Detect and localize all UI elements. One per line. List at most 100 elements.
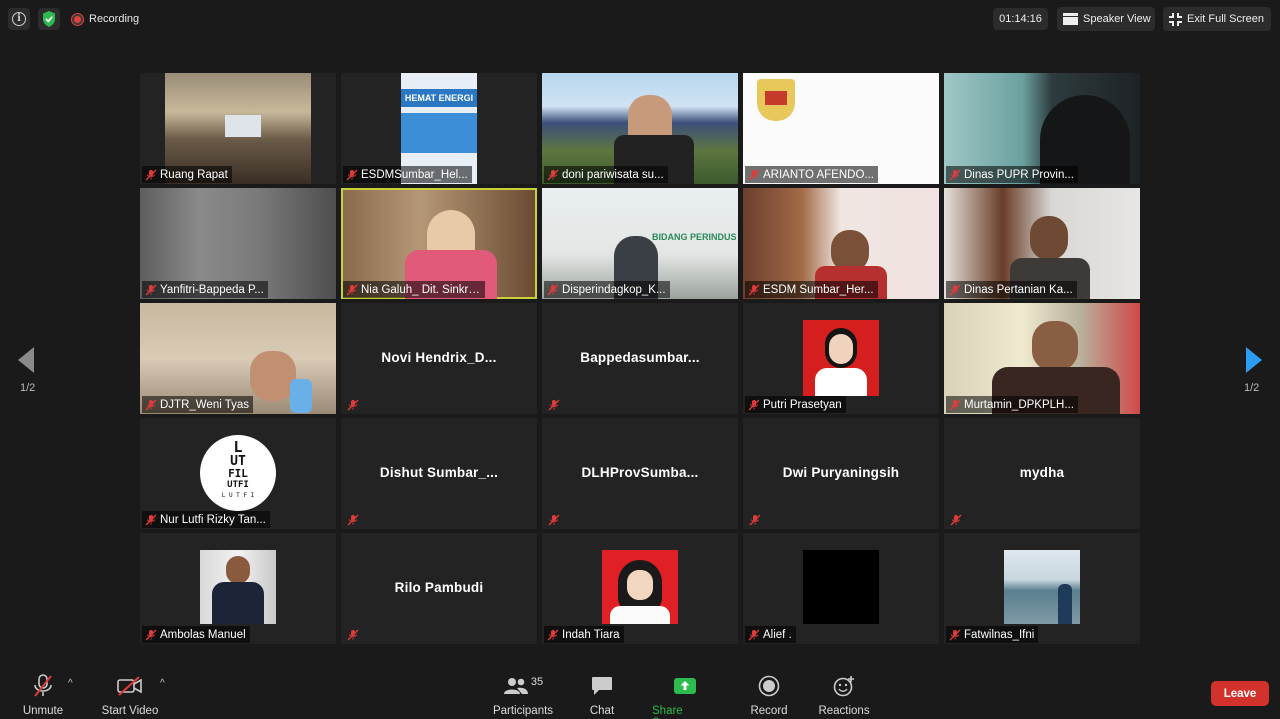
participant-tile-active-speaker[interactable]: Nia Galuh_ Dit. Sinkro... [341, 188, 537, 299]
participant-tile[interactable]: Dinas PUPR Provin... [944, 73, 1140, 184]
mic-muted-icon [949, 629, 961, 640]
mic-muted-icon [949, 169, 961, 180]
speaker-view-button[interactable]: Speaker View [1057, 7, 1155, 31]
page-indicator-left: 1/2 [20, 382, 36, 394]
participant-tile[interactable]: Fatwilnas_Ifni [944, 533, 1140, 644]
participant-tile[interactable]: Ambolas Manuel [140, 533, 336, 644]
participant-tile[interactable]: Novi Hendrix_D... [341, 303, 537, 414]
participant-tile[interactable]: Putri Prasetyan [743, 303, 939, 414]
profile-photo: L UT FIL UTFI L U T F I [200, 435, 276, 511]
slide-text: HEMAT ENERGI [401, 89, 477, 107]
profile-photo [803, 550, 879, 624]
participant-name-label: Dinas PUPR Provin... [946, 166, 1078, 183]
participant-name-label: Ambolas Manuel [142, 626, 250, 643]
start-video-button[interactable]: Start Video [101, 673, 159, 717]
background-text: BIDANG PERINDUS [652, 232, 737, 242]
participant-name-label: Murtamin_DPKPLH... [946, 396, 1078, 413]
info-icon: i [12, 12, 26, 26]
participant-tile[interactable]: Murtamin_DPKPLH... [944, 303, 1140, 414]
participant-name: Bappedasumbar... [580, 350, 700, 365]
security-button[interactable] [38, 8, 60, 30]
participant-tile[interactable]: Alief . [743, 533, 939, 644]
speaker-view-label: Speaker View [1083, 13, 1151, 25]
mic-muted-icon [949, 399, 961, 410]
record-button[interactable]: Record [750, 673, 788, 717]
participant-name-label: doni pariwisata su... [544, 166, 668, 183]
participant-name-label: Nur Lutfi Rizky Tan... [142, 511, 270, 528]
exit-fullscreen-button[interactable]: Exit Full Screen [1163, 7, 1271, 31]
gallery-grid: Ruang Rapat HEMAT ENERGI ESDMSumbar_Hel.… [140, 73, 1140, 644]
share-screen-icon [674, 678, 696, 694]
participant-tile[interactable]: Dinas Pertanian Ka... [944, 188, 1140, 299]
participant-tile[interactable]: DJTR_Weni Tyas [140, 303, 336, 414]
mic-muted-icon [748, 284, 760, 295]
participant-name-label: Indah Tiara [544, 626, 624, 643]
profile-photo [803, 320, 879, 396]
mic-muted-icon [145, 514, 157, 525]
logo-text: UTFI [227, 480, 249, 490]
unmute-button[interactable]: Unmute [22, 673, 64, 717]
logo-text: L [233, 438, 243, 456]
participant-tile[interactable]: Dishut Sumbar_... [341, 418, 537, 529]
participant-tile[interactable]: Yanfitri-Bappeda P... [140, 188, 336, 299]
participants-button[interactable]: 35 Participants [493, 673, 553, 717]
reactions-button[interactable]: Reactions [818, 673, 870, 717]
participant-name-label: Nia Galuh_ Dit. Sinkro... [343, 281, 485, 298]
recording-label: Recording [89, 13, 140, 25]
chat-icon [592, 677, 612, 695]
participant-name-label: Putri Prasetyan [745, 396, 846, 413]
participant-tile[interactable]: BIDANG PERINDUS Disperindagkop_K... [542, 188, 738, 299]
participant-tile[interactable]: L UT FIL UTFI L U T F I Nur Lutfi Rizky … [140, 418, 336, 529]
exit-fullscreen-icon [1169, 12, 1182, 26]
participant-name: Novi Hendrix_D... [381, 350, 497, 365]
logo-text: FIL [228, 467, 248, 480]
participant-tile[interactable]: HEMAT ENERGI ESDMSumbar_Hel... [341, 73, 537, 184]
video-options-caret-icon[interactable]: ^ [160, 678, 165, 689]
participant-tile[interactable]: Rilo Pambudi [341, 533, 537, 644]
mic-muted-icon [346, 284, 358, 295]
recording-indicator[interactable]: Recording [68, 8, 143, 30]
mic-muted-icon [346, 169, 358, 180]
profile-photo [1004, 550, 1080, 624]
participants-label: Participants [492, 705, 554, 717]
participant-name-label: ESDMSumbar_Hel... [343, 166, 472, 183]
mic-muted-icon [547, 169, 559, 180]
participant-tile[interactable]: Bappedasumbar... [542, 303, 738, 414]
video-off-icon [117, 676, 142, 696]
participant-name-label: Disperindagkop_K... [544, 281, 670, 298]
mic-muted-icon [749, 514, 761, 526]
record-icon [758, 675, 780, 697]
participant-tile[interactable]: ARIANTO AFENDO... [743, 73, 939, 184]
participant-tile[interactable]: DLHProvSumba... [542, 418, 738, 529]
start-video-label: Start Video [101, 705, 159, 717]
share-screen-button[interactable]: Share Screen [652, 673, 718, 719]
participant-tile[interactable]: Dwi Puryaningsih [743, 418, 939, 529]
mic-muted-icon [748, 169, 760, 180]
page-indicator-right: 1/2 [1244, 382, 1260, 394]
chat-button[interactable]: Chat [588, 673, 616, 717]
participant-name-label: Yanfitri-Bappeda P... [142, 281, 268, 298]
participant-name-label: Dinas Pertanian Ka... [946, 281, 1077, 298]
participant-tile[interactable]: Ruang Rapat [140, 73, 336, 184]
bottom-toolbar: Unmute ^ Start Video ^ 35 Participants C… [0, 663, 1280, 719]
mic-muted-icon [347, 514, 359, 526]
participant-tile[interactable]: Indah Tiara [542, 533, 738, 644]
next-page-icon[interactable] [1246, 347, 1262, 373]
mic-muted-icon [347, 629, 359, 641]
mic-muted-icon [145, 284, 157, 295]
participant-tile[interactable]: doni pariwisata su... [542, 73, 738, 184]
mic-muted-icon [548, 399, 560, 411]
meeting-timer: 01:14:16 [993, 8, 1048, 30]
audio-options-caret-icon[interactable]: ^ [68, 678, 73, 689]
previous-page-icon[interactable] [18, 347, 34, 373]
leave-button[interactable]: Leave [1211, 681, 1269, 706]
shield-icon [43, 11, 55, 27]
participant-tile[interactable]: mydha [944, 418, 1140, 529]
speaker-view-icon [1063, 13, 1078, 25]
meeting-info-button[interactable]: i [8, 8, 30, 30]
participant-tile[interactable]: ESDM Sumbar_Her... [743, 188, 939, 299]
mic-muted-icon [347, 399, 359, 411]
participant-name-label: Fatwilnas_Ifni [946, 626, 1039, 643]
mic-muted-icon [548, 514, 560, 526]
top-bar: i Recording 01:14:16 Speaker View Exit F… [0, 0, 1280, 38]
